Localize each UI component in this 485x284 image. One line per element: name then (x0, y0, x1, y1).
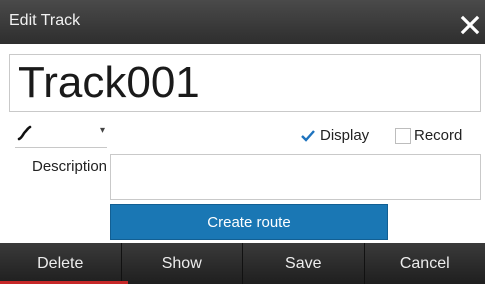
track-name-field[interactable]: Track001 (9, 54, 481, 112)
description-label: Description (32, 158, 108, 175)
delete-button[interactable]: Delete (0, 243, 122, 284)
bottom-button-bar: Delete Show Save Cancel (0, 243, 485, 284)
track-line-style-icon (17, 125, 32, 141)
dialog-content: Track001 ▾ Display Record Description Cr… (0, 44, 485, 243)
dialog-titlebar: Edit Track (0, 0, 485, 44)
description-field[interactable] (110, 154, 481, 200)
track-style-dropdown[interactable]: ▾ (15, 121, 107, 148)
chevron-down-icon: ▾ (99, 125, 105, 136)
cancel-button[interactable]: Cancel (365, 243, 485, 284)
create-route-button[interactable]: Create route (110, 204, 388, 240)
record-checkbox[interactable] (395, 128, 411, 144)
close-icon (460, 15, 480, 35)
close-button[interactable] (459, 14, 481, 36)
display-label: Display (320, 127, 370, 144)
show-button[interactable]: Show (122, 243, 243, 284)
dialog-title: Edit Track (9, 12, 81, 29)
checkmark-icon (301, 130, 315, 142)
save-button[interactable]: Save (243, 243, 365, 284)
record-label: Record (414, 127, 463, 144)
display-checkbox[interactable] (300, 128, 316, 144)
